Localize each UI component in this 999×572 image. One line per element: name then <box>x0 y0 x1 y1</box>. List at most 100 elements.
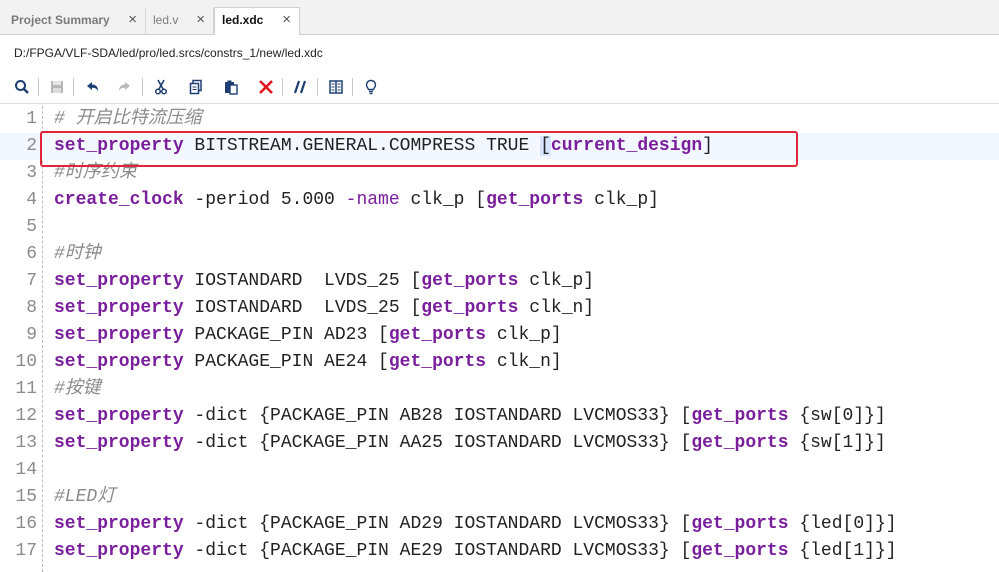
tab-label: Project Summary <box>11 13 110 27</box>
keyword-token: get_ports <box>388 352 487 372</box>
editor-toolbar <box>0 72 999 104</box>
code-token: clk_n] <box>486 352 562 372</box>
keyword-token: get_ports <box>388 325 487 345</box>
tab-led-xdc[interactable]: led.xdc × <box>214 7 300 35</box>
code-line[interactable]: 5 <box>0 214 999 241</box>
tab-project-summary[interactable]: Project Summary × <box>4 8 146 34</box>
close-icon[interactable]: × <box>196 12 205 27</box>
line-number: 5 <box>26 217 37 237</box>
code-line[interactable]: 9 set_property PACKAGE_PIN AD23 [get_port… <box>0 322 999 349</box>
code-token: -dict {PACKAGE_PIN AA25 IOSTANDARD LVCMO… <box>183 433 692 453</box>
highlight-box <box>40 131 798 167</box>
redo-icon[interactable] <box>115 77 135 97</box>
close-icon[interactable]: × <box>282 12 291 27</box>
line-number: 7 <box>26 271 37 291</box>
copy-icon[interactable] <box>186 77 206 97</box>
code-line[interactable]: 15 #LED灯 <box>0 484 999 511</box>
undo-icon[interactable] <box>82 77 102 97</box>
code-text: set_property PACKAGE_PIN AD23 [get_ports… <box>54 322 562 349</box>
code-token: clk_n] <box>518 298 595 318</box>
line-number: 1 <box>26 109 37 129</box>
code-line[interactable]: 12 set_property -dict {PACKAGE_PIN AB28 I… <box>0 403 999 430</box>
cut-icon[interactable] <box>151 77 171 97</box>
keyword-token: set_property <box>54 298 184 318</box>
comment-token: #LED灯 <box>54 487 116 507</box>
code-token: PACKAGE_PIN AE24 [ <box>183 352 389 372</box>
code-text: set_property -dict {PACKAGE_PIN AB28 IOS… <box>54 403 886 430</box>
code-line[interactable]: 17 set_property -dict {PACKAGE_PIN AE29 I… <box>0 538 999 565</box>
comment-token: # 开启比特流压缩 <box>54 109 202 129</box>
code-text: set_property -dict {PACKAGE_PIN AA25 IOS… <box>54 430 886 457</box>
comment-token: #时钟 <box>54 244 101 264</box>
save-icon[interactable] <box>47 77 67 97</box>
code-text: #LED灯 <box>54 484 115 511</box>
tab-led-v[interactable]: led.v × <box>146 8 214 34</box>
keyword-token: get_ports <box>691 514 789 534</box>
line-number: 14 <box>15 460 37 480</box>
code-token: {led[0]}] <box>788 514 897 534</box>
file-path: D:/FPGA/VLF-SDA/led/pro/led.srcs/constrs… <box>14 46 323 60</box>
tab-bar: Project Summary × led.v × led.xdc × <box>0 0 999 35</box>
code-line[interactable]: 16 set_property -dict {PACKAGE_PIN AD29 I… <box>0 511 999 538</box>
line-number: 2 <box>26 136 37 156</box>
code-line[interactable]: 13 set_property -dict {PACKAGE_PIN AA25 I… <box>0 430 999 457</box>
keyword-token: set_property <box>54 541 184 561</box>
code-token: -dict {PACKAGE_PIN AD29 IOSTANDARD LVCMO… <box>183 514 692 534</box>
keyword-token: get_ports <box>486 190 584 210</box>
line-number: 17 <box>15 541 37 561</box>
columns-icon[interactable] <box>326 77 346 97</box>
code-token: {sw[0]}] <box>788 406 886 426</box>
delete-icon[interactable] <box>256 77 276 97</box>
code-token: clk_p [ <box>399 190 487 210</box>
line-number: 6 <box>26 244 37 264</box>
paste-icon[interactable] <box>221 77 241 97</box>
keyword-token: set_property <box>54 514 184 534</box>
code-token: PACKAGE_PIN AD23 [ <box>183 325 389 345</box>
code-line[interactable]: 14 <box>0 457 999 484</box>
keyword-token: set_property <box>54 271 184 291</box>
code-text: # 开启比特流压缩 <box>54 106 202 133</box>
tab-label: led.v <box>153 13 179 27</box>
code-editor[interactable]: 1 # 开启比特流压缩 2 set_property BITSTREAM.GENERA… <box>0 106 999 572</box>
code-line[interactable]: 7 set_property IOSTANDARD LVDS_25 [get_po… <box>0 268 999 295</box>
keyword-token: set_property <box>54 352 184 372</box>
line-number: 8 <box>26 298 37 318</box>
line-number: 3 <box>26 163 37 183</box>
keyword-token: set_property <box>54 406 184 426</box>
comment-token: #按键 <box>54 379 101 399</box>
line-number: 4 <box>26 190 37 210</box>
code-text: set_property PACKAGE_PIN AE24 [get_ports… <box>54 349 562 376</box>
search-icon[interactable] <box>12 77 32 97</box>
keyword-token: set_property <box>54 325 184 345</box>
close-icon[interactable]: × <box>128 12 137 27</box>
code-line[interactable]: 10 set_property PACKAGE_PIN AE24 [get_por… <box>0 349 999 376</box>
line-number: 11 <box>15 379 37 399</box>
code-text: create_clock -period 5.000 -name clk_p [… <box>54 187 659 214</box>
keyword-token: get_ports <box>691 541 789 561</box>
code-text: #按键 <box>54 376 101 403</box>
line-number: 16 <box>15 514 37 534</box>
keyword-token: get_ports <box>421 271 519 291</box>
comment-icon[interactable] <box>291 77 311 97</box>
code-token: IOSTANDARD LVDS_25 [ <box>183 298 422 318</box>
code-text: set_property -dict {PACKAGE_PIN AD29 IOS… <box>54 511 897 538</box>
code-line[interactable]: 4 create_clock -period 5.000 -name clk_p … <box>0 187 999 214</box>
code-token: {led[1]}] <box>788 541 897 561</box>
keyword-token: set_property <box>54 433 184 453</box>
code-line[interactable]: 6 #时钟 <box>0 241 999 268</box>
line-number: 15 <box>15 487 37 507</box>
code-token: -dict {PACKAGE_PIN AB28 IOSTANDARD LVCMO… <box>183 406 692 426</box>
lightbulb-icon[interactable] <box>361 77 381 97</box>
code-token: IOSTANDARD LVDS_25 [ <box>183 271 422 291</box>
code-text: set_property -dict {PACKAGE_PIN AE29 IOS… <box>54 538 897 565</box>
keyword-token: create_clock <box>54 190 184 210</box>
code-token: {sw[1]}] <box>788 433 886 453</box>
code-line[interactable]: 11 #按键 <box>0 376 999 403</box>
code-line[interactable]: 1 # 开启比特流压缩 <box>0 106 999 133</box>
code-token: -dict {PACKAGE_PIN AE29 IOSTANDARD LVCMO… <box>183 541 692 561</box>
line-number: 9 <box>26 325 37 345</box>
code-token: -period 5.000 <box>183 190 346 210</box>
code-text: set_property IOSTANDARD LVDS_25 [get_por… <box>54 295 594 322</box>
code-line[interactable]: 8 set_property IOSTANDARD LVDS_25 [get_po… <box>0 295 999 322</box>
code-token: clk_p] <box>583 190 659 210</box>
